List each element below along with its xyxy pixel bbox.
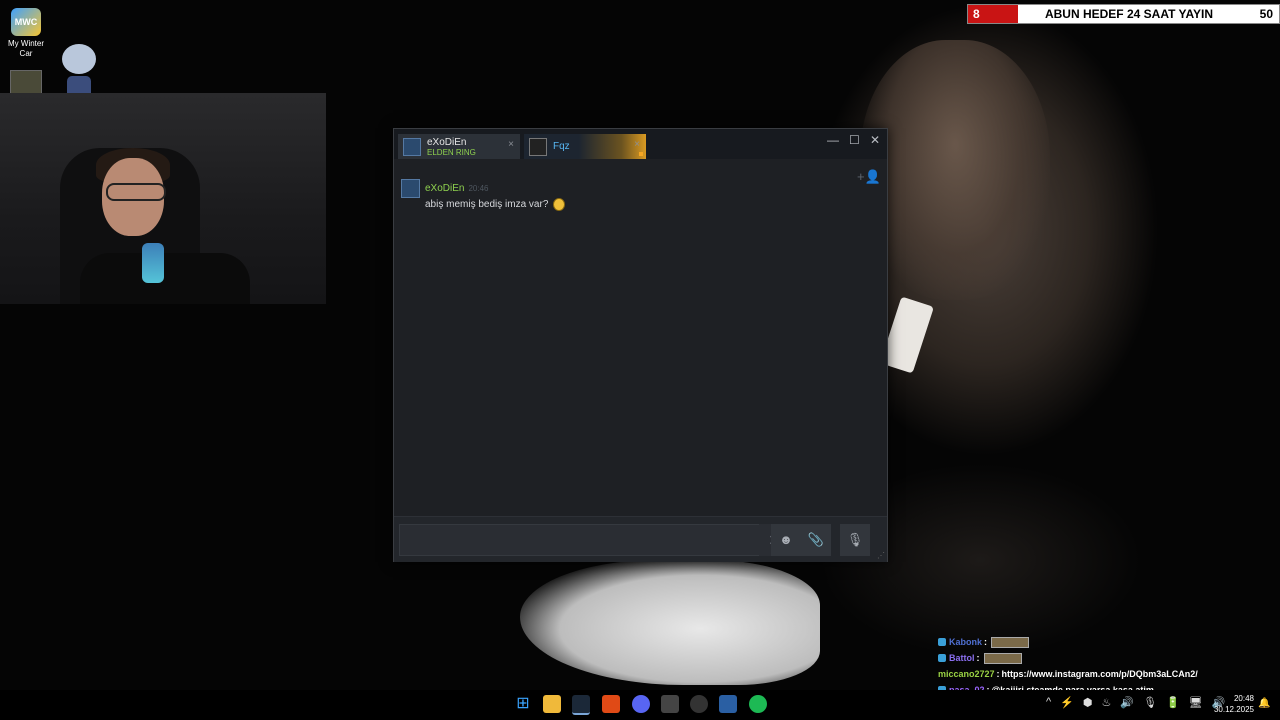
- wallpaper-glove: [520, 560, 820, 685]
- desktop-icon-my-winter-car[interactable]: MWC My Winter Car: [4, 8, 48, 59]
- chat-line: Kabonk:: [938, 634, 1278, 650]
- spotify-icon[interactable]: [749, 695, 767, 713]
- system-tray: ^ ⚡ ⬢ ♨ 🔊 🎙 🔋 🖥 🔊: [1046, 696, 1225, 709]
- emoticon-icon[interactable]: ☻: [771, 524, 801, 556]
- desktop-icon-label: My Winter Car: [8, 39, 44, 58]
- emote-icon: [991, 636, 1030, 648]
- message-time: 20:46: [468, 184, 489, 193]
- stream-chat-overlay: Kabonk: Battol: miccano2727: https://www…: [938, 634, 1278, 698]
- chat-username: Battol: [949, 653, 975, 663]
- network-icon[interactable]: 🖥: [1189, 696, 1203, 709]
- badge-icon: [938, 654, 946, 662]
- clock-time: 20:48: [1233, 694, 1254, 703]
- clock[interactable]: 20:48 30.12.2025: [1208, 693, 1254, 715]
- add-user-icon[interactable]: +👤: [857, 169, 881, 185]
- avatar[interactable]: [401, 179, 420, 198]
- chat-line: miccano2727: https://www.instagram.com/p…: [938, 669, 1198, 679]
- subscriber-goal-bar: 8 ABUN HEDEF 24 SAAT YAYIN 50: [967, 4, 1280, 24]
- minimize-icon[interactable]: —: [827, 133, 839, 147]
- app-icon[interactable]: [690, 695, 708, 713]
- close-icon[interactable]: ✕: [870, 133, 880, 147]
- chat-text: https://www.instagram.com/p/DQbm3aLCAn2/: [1001, 669, 1198, 679]
- maximize-icon[interactable]: ☐: [849, 133, 860, 147]
- wallpaper-face: [860, 40, 1050, 300]
- emote-icon: [983, 652, 1022, 664]
- tray-expand-icon[interactable]: ^: [1046, 696, 1051, 709]
- taskbar: ⊞ ^ ⚡ ⬢ ♨ 🔊 🎙 🔋 🖥 🔊 20:48 30.12.2025 🔔: [0, 690, 1280, 720]
- app-icon[interactable]: [719, 695, 737, 713]
- emoji-icon: [553, 198, 566, 211]
- message-composer: ➤ ☻ 📎 🎙 ⋰: [394, 516, 887, 562]
- close-tab-icon[interactable]: ×: [508, 139, 514, 150]
- notification-icon[interactable]: 🔔: [1258, 698, 1270, 709]
- steam-tray-icon[interactable]: ♨: [1101, 696, 1111, 709]
- tab-fqz[interactable]: Fqz ×: [524, 134, 646, 159]
- speaker-icon[interactable]: 🔊: [1120, 696, 1134, 709]
- chat-username: Kabonk: [949, 637, 983, 647]
- steam-icon[interactable]: [572, 695, 590, 715]
- chat-line: Battol:: [938, 650, 1278, 666]
- webcam-overlay: [0, 93, 326, 304]
- tab-exodien[interactable]: eXoDiEn ELDEN RING ×: [398, 134, 520, 159]
- windows-start-icon[interactable]: ⊞: [514, 695, 532, 713]
- brave-icon[interactable]: [602, 695, 620, 713]
- tab-name: eXoDiEn: [427, 136, 467, 148]
- unread-indicator: [639, 152, 643, 156]
- my-winter-car-icon: MWC: [11, 8, 41, 36]
- battery-icon[interactable]: 🔋: [1166, 696, 1180, 709]
- tab-game-status: ELDEN RING: [427, 147, 476, 157]
- microphone: [142, 243, 164, 283]
- tray-icon[interactable]: ⬢: [1083, 696, 1093, 709]
- discord-icon[interactable]: [632, 695, 650, 713]
- message-author[interactable]: eXoDiEn 20:46: [425, 183, 489, 194]
- chat-titlebar[interactable]: eXoDiEn ELDEN RING × Fqz × — ☐ ✕: [394, 129, 887, 159]
- goal-target: 50: [1259, 7, 1273, 21]
- goal-title: ABUN HEDEF 24 SAAT YAYIN: [1044, 7, 1214, 21]
- badge-icon: [938, 638, 946, 646]
- resize-grip-icon[interactable]: ⋰: [877, 551, 885, 560]
- file-explorer-icon[interactable]: [543, 695, 561, 713]
- avatar: [403, 137, 421, 156]
- tray-icon[interactable]: ⚡: [1060, 696, 1074, 709]
- message-input[interactable]: [399, 524, 761, 556]
- attach-icon[interactable]: 📎: [801, 524, 831, 556]
- avatar: [529, 137, 547, 156]
- clock-date: 30.12.2025: [1213, 705, 1254, 714]
- app-icon[interactable]: [661, 695, 679, 713]
- steam-chat-window: eXoDiEn ELDEN RING × Fqz × — ☐ ✕ +👤 eXoD…: [393, 128, 888, 562]
- voice-icon[interactable]: 🎙: [840, 524, 870, 556]
- close-tab-icon[interactable]: ×: [634, 139, 640, 150]
- desktop-thumbnail: [10, 70, 42, 94]
- microphone-icon[interactable]: 🎙: [1143, 696, 1157, 709]
- tab-name: Fqz: [553, 141, 570, 152]
- chat-username: miccano2727: [938, 669, 995, 679]
- goal-current: 8: [973, 7, 980, 21]
- message-text: abiş memiş bediş imza var?: [425, 198, 566, 211]
